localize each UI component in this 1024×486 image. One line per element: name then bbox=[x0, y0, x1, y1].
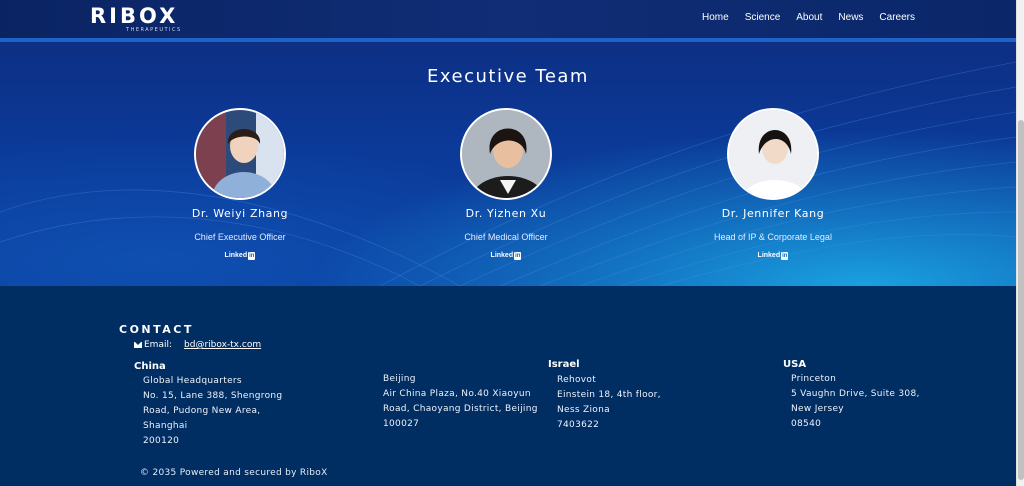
logo-wordmark: RIBOX bbox=[90, 4, 179, 28]
region-name-israel: Israel bbox=[548, 359, 580, 370]
page-scrollbar[interactable] bbox=[1016, 0, 1024, 486]
member-role: Chief Executive Officer bbox=[194, 232, 286, 242]
linkedin-icon: in bbox=[248, 251, 256, 260]
scrollbar-thumb[interactable] bbox=[1018, 120, 1024, 480]
address-line: 08540 bbox=[791, 419, 822, 429]
page: RIBOX THERAPEUTICS Home Science About Ne… bbox=[0, 0, 1016, 486]
avatar bbox=[460, 108, 552, 200]
address-line: Road, Chaoyang District, Beijing bbox=[383, 404, 538, 414]
address-line: No. 15, Lane 388, Shengrong bbox=[143, 391, 283, 401]
address-beijing: Beijing Air China Plaza, No.40 Xiaoyun R… bbox=[383, 372, 538, 432]
linkedin-icon: in bbox=[514, 251, 522, 260]
email-link[interactable]: bd@ribox-tx.com bbox=[184, 340, 261, 350]
nav-news[interactable]: News bbox=[838, 12, 863, 23]
member-role: Chief Medical Officer bbox=[464, 232, 548, 242]
address-line: Road, Pudong New Area, bbox=[143, 406, 261, 416]
address-line: Princeton bbox=[791, 374, 837, 384]
team-member-card: Dr. Jennifer Kang Head of IP & Corporate… bbox=[663, 108, 883, 261]
nav-home[interactable]: Home bbox=[702, 12, 729, 23]
address-line: Ness Ziona bbox=[557, 405, 610, 415]
avatar bbox=[727, 108, 819, 200]
member-name: Dr. Weiyi Zhang bbox=[191, 207, 289, 220]
contact-heading: CONTACT bbox=[119, 323, 194, 336]
address-line: Global Headquarters bbox=[143, 376, 242, 386]
linkedin-icon: in bbox=[781, 251, 789, 260]
nav-about[interactable]: About bbox=[796, 12, 822, 23]
address-china: Global Headquarters No. 15, Lane 388, Sh… bbox=[143, 374, 282, 449]
address-line: New Jersey bbox=[791, 404, 844, 414]
region-name-china: China bbox=[134, 361, 166, 372]
copyright-text: © 2035 Powered and secured by RiboX bbox=[140, 468, 328, 478]
address-line: 200120 bbox=[143, 436, 180, 446]
address-line: 5 Vaughn Drive, Suite 308, bbox=[791, 389, 920, 399]
address-line: Air China Plaza, No.40 Xiaoyun bbox=[383, 389, 531, 399]
address-line: Einstein 18, 4th floor, bbox=[557, 390, 661, 400]
email-row: Email: bd@ribox-tx.com bbox=[134, 340, 261, 350]
team-member-card: Dr. Yizhen Xu Chief Medical Officer Link… bbox=[396, 108, 616, 261]
linkedin-text: Linked bbox=[224, 252, 248, 259]
linkedin-link[interactable]: Linked in bbox=[224, 251, 256, 260]
team-member-card: Dr. Weiyi Zhang Chief Executive Officer … bbox=[130, 108, 350, 261]
site-footer: CONTACT Email: bd@ribox-tx.com China Glo… bbox=[0, 286, 1016, 486]
address-usa: Princeton 5 Vaughn Drive, Suite 308, New… bbox=[791, 372, 920, 432]
linkedin-link[interactable]: Linked in bbox=[757, 251, 789, 260]
address-line: Shanghai bbox=[143, 421, 188, 431]
site-header: RIBOX THERAPEUTICS Home Science About Ne… bbox=[0, 0, 1016, 42]
address-line: Rehovot bbox=[557, 375, 597, 385]
linkedin-text: Linked bbox=[757, 252, 781, 259]
member-role: Head of IP & Corporate Legal bbox=[714, 232, 832, 242]
avatar bbox=[194, 108, 286, 200]
nav-science[interactable]: Science bbox=[745, 12, 781, 23]
main-nav: Home Science About News Careers bbox=[702, 12, 915, 23]
logo-subtitle: THERAPEUTICS bbox=[126, 27, 182, 33]
mail-icon bbox=[134, 342, 142, 348]
address-line: 7403622 bbox=[557, 420, 600, 430]
email-label: Email: bbox=[144, 340, 173, 350]
nav-careers[interactable]: Careers bbox=[879, 12, 915, 23]
region-name-usa: USA bbox=[783, 359, 807, 370]
linkedin-link[interactable]: Linked in bbox=[490, 251, 522, 260]
section-title: Executive Team bbox=[427, 66, 589, 87]
address-israel: Rehovot Einstein 18, 4th floor, Ness Zio… bbox=[557, 373, 661, 433]
address-line: 100027 bbox=[383, 419, 420, 429]
ribox-logo[interactable]: RIBOX THERAPEUTICS bbox=[90, 4, 190, 36]
member-name: Dr. Jennifer Kang bbox=[721, 207, 825, 220]
member-name: Dr. Yizhen Xu bbox=[465, 207, 547, 220]
address-line: Beijing bbox=[383, 374, 416, 384]
linkedin-text: Linked bbox=[490, 252, 514, 259]
executive-team-section: Executive Team Dr. Weiyi Zhang Chief Exe… bbox=[0, 42, 1016, 286]
